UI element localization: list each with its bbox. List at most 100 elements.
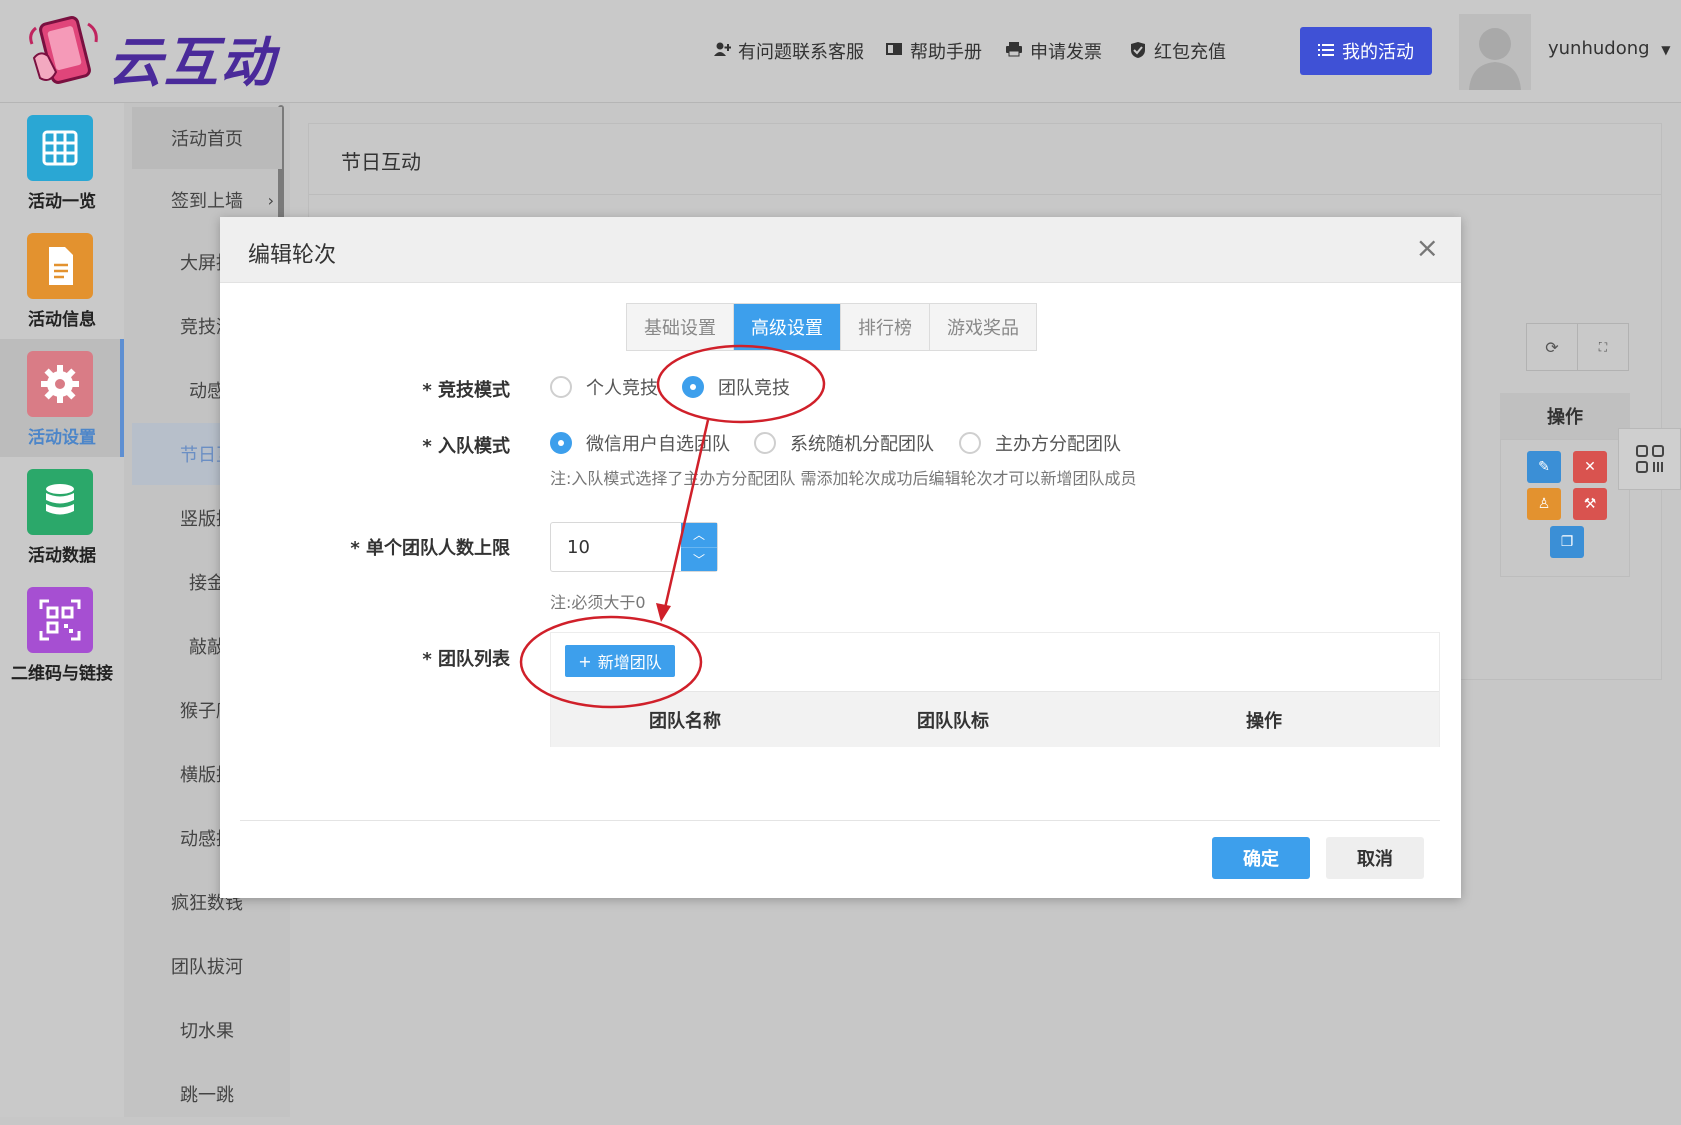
team-list-label: * 团队列表 xyxy=(422,649,510,670)
radio-label: 微信用户自选团队 xyxy=(586,434,730,455)
add-team-label: 新增团队 xyxy=(597,653,662,672)
reset-button[interactable]: ⚒ xyxy=(1573,488,1607,520)
red-packet-recharge-label: 红包充值 xyxy=(1154,42,1226,63)
pencil-icon: ✎ xyxy=(1538,459,1550,475)
contact-support-label: 有问题联系客服 xyxy=(738,42,864,63)
refresh-button[interactable]: ⟳ xyxy=(1526,323,1578,371)
gear-icon xyxy=(27,351,93,417)
sidebar-item-activity-data[interactable]: 活动数据 xyxy=(0,457,124,575)
close-icon[interactable]: × xyxy=(1416,233,1439,263)
column-operations: 操作 xyxy=(1246,711,1282,732)
user-icon: ♙ xyxy=(1537,496,1551,512)
qrcode-float-button[interactable] xyxy=(1618,428,1681,490)
subnav-label: 团队拔河 xyxy=(171,957,243,978)
username: yunhudong xyxy=(1548,38,1650,59)
column-team-logo: 团队队标 xyxy=(917,711,989,732)
confirm-button[interactable]: 确定 xyxy=(1212,837,1310,879)
team-size-stepper[interactable]: 10 ︿ ﹀ xyxy=(550,522,718,572)
sidebar-label: 活动一览 xyxy=(28,192,96,212)
radio-self-select[interactable]: 微信用户自选团队 xyxy=(550,429,730,457)
radio-team[interactable]: 团队竞技 xyxy=(682,373,790,401)
subnav-item[interactable]: 活动首页 xyxy=(132,107,282,169)
sidebar-label: 活动设置 xyxy=(28,428,96,448)
plus-icon: + xyxy=(578,651,592,671)
increment-button[interactable]: ︿ xyxy=(681,523,717,548)
subnav-item[interactable]: 跳一跳 xyxy=(132,1063,282,1125)
sidebar-item-qrcode-links[interactable]: 二维码与链接 xyxy=(0,575,124,693)
members-button[interactable]: ♙ xyxy=(1527,488,1561,520)
footer-divider xyxy=(240,820,1440,821)
dialog-header: 编辑轮次 × xyxy=(220,217,1461,283)
sidebar-label: 活动数据 xyxy=(28,546,96,566)
shield-check-icon xyxy=(1128,41,1148,61)
top-header: 云互动 有问题联系客服 帮助手册 申请发票 红包充值 我的活动 yunhudon… xyxy=(0,0,1681,103)
team-size-note: 注:必须大于0 xyxy=(550,593,646,612)
radio-circle xyxy=(754,432,776,454)
add-team-button[interactable]: + 新增团队 xyxy=(565,645,675,677)
subnav-item[interactable]: 切水果 xyxy=(132,999,282,1061)
table-header-operations: 操作 xyxy=(1500,393,1630,439)
chevron-down-icon: ﹀ xyxy=(692,552,705,567)
database-icon xyxy=(27,469,93,535)
caret-down-icon: ▼ xyxy=(1661,43,1671,57)
subnav-item[interactable]: 团队拔河 xyxy=(132,935,282,997)
sidebar-label: 二维码与链接 xyxy=(11,664,113,684)
edit-button[interactable]: ✎ xyxy=(1527,451,1561,483)
user-silhouette-icon xyxy=(1469,28,1521,90)
chevron-right-icon: › xyxy=(267,190,274,210)
user-menu[interactable]: yunhudong ▼ xyxy=(1548,38,1671,59)
book-icon xyxy=(884,41,904,61)
team-size-value: 10 xyxy=(567,537,590,558)
fullscreen-button[interactable]: ⛶ xyxy=(1577,323,1629,371)
page-title: 节日互动 xyxy=(341,150,421,174)
settings-tabs: 基础设置 高级设置 排行榜 游戏奖品 xyxy=(626,303,1037,351)
tab-game-prizes[interactable]: 游戏奖品 xyxy=(930,304,1036,350)
delete-button[interactable]: ✕ xyxy=(1573,451,1607,483)
contact-support-link[interactable]: 有问题联系客服 xyxy=(712,26,864,76)
subnav-label: 签到上墙 xyxy=(171,191,243,212)
copy-icon: ❐ xyxy=(1560,534,1574,550)
phone-logo-icon xyxy=(29,16,98,84)
decrement-button[interactable]: ﹀ xyxy=(681,548,717,572)
cancel-button[interactable]: 取消 xyxy=(1326,837,1424,879)
radio-label: 系统随机分配团队 xyxy=(790,434,934,455)
subnav-label: 跳一跳 xyxy=(180,1085,234,1106)
edit-round-dialog: 编辑轮次 × 基础设置 高级设置 排行榜 游戏奖品 * 竞技模式 个人竞技 团队… xyxy=(220,217,1461,898)
avatar[interactable] xyxy=(1459,14,1531,90)
help-manual-label: 帮助手册 xyxy=(910,42,982,63)
qrcode-icon xyxy=(27,587,93,653)
my-activity-button[interactable]: 我的活动 xyxy=(1300,27,1432,75)
logo-text: 云互动 xyxy=(108,31,276,94)
table-header: 团队名称 团队队标 操作 xyxy=(551,691,1439,747)
sidebar-item-activity-settings[interactable]: 活动设置 xyxy=(0,339,124,457)
radio-random-assign[interactable]: 系统随机分配团队 xyxy=(754,429,934,457)
red-packet-recharge-link[interactable]: 红包充值 xyxy=(1128,26,1226,76)
fullscreen-icon: ⛶ xyxy=(1598,339,1608,354)
radio-host-assign[interactable]: 主办方分配团队 xyxy=(959,429,1121,457)
apply-invoice-label: 申请发票 xyxy=(1030,42,1102,63)
dialog-title: 编辑轮次 xyxy=(248,243,337,268)
team-list-table: + 新增团队 团队名称 团队队标 操作 xyxy=(550,632,1440,747)
tab-basic-settings[interactable]: 基础设置 xyxy=(627,304,734,350)
radio-circle-selected xyxy=(550,432,572,454)
radio-label: 主办方分配团队 xyxy=(995,434,1121,455)
radio-individual[interactable]: 个人竞技 xyxy=(550,373,658,401)
radio-circle xyxy=(959,432,981,454)
sidebar-item-activity-info[interactable]: 活动信息 xyxy=(0,221,124,339)
tab-advanced-settings[interactable]: 高级设置 xyxy=(734,304,841,350)
join-mode-note: 注:入队模式选择了主办方分配团队 需添加轮次成功后编辑轮次才可以新增团队成员 xyxy=(550,469,1137,488)
user-plus-icon xyxy=(712,41,732,61)
refresh-icon: ⟳ xyxy=(1545,337,1559,357)
sidebar-item-activity-overview[interactable]: 活动一览 xyxy=(0,103,124,221)
radio-circle xyxy=(550,376,572,398)
help-manual-link[interactable]: 帮助手册 xyxy=(884,26,982,76)
tab-leaderboard[interactable]: 排行榜 xyxy=(841,304,930,350)
list-icon xyxy=(1318,41,1334,62)
divider xyxy=(309,194,1661,195)
copy-button[interactable]: ❐ xyxy=(1550,526,1584,558)
app-logo[interactable]: 云互动 xyxy=(26,14,296,94)
grid-icon xyxy=(27,115,93,181)
radio-label: 团队竞技 xyxy=(718,378,790,399)
column-team-name: 团队名称 xyxy=(649,711,721,732)
apply-invoice-link[interactable]: 申请发票 xyxy=(1004,26,1102,76)
